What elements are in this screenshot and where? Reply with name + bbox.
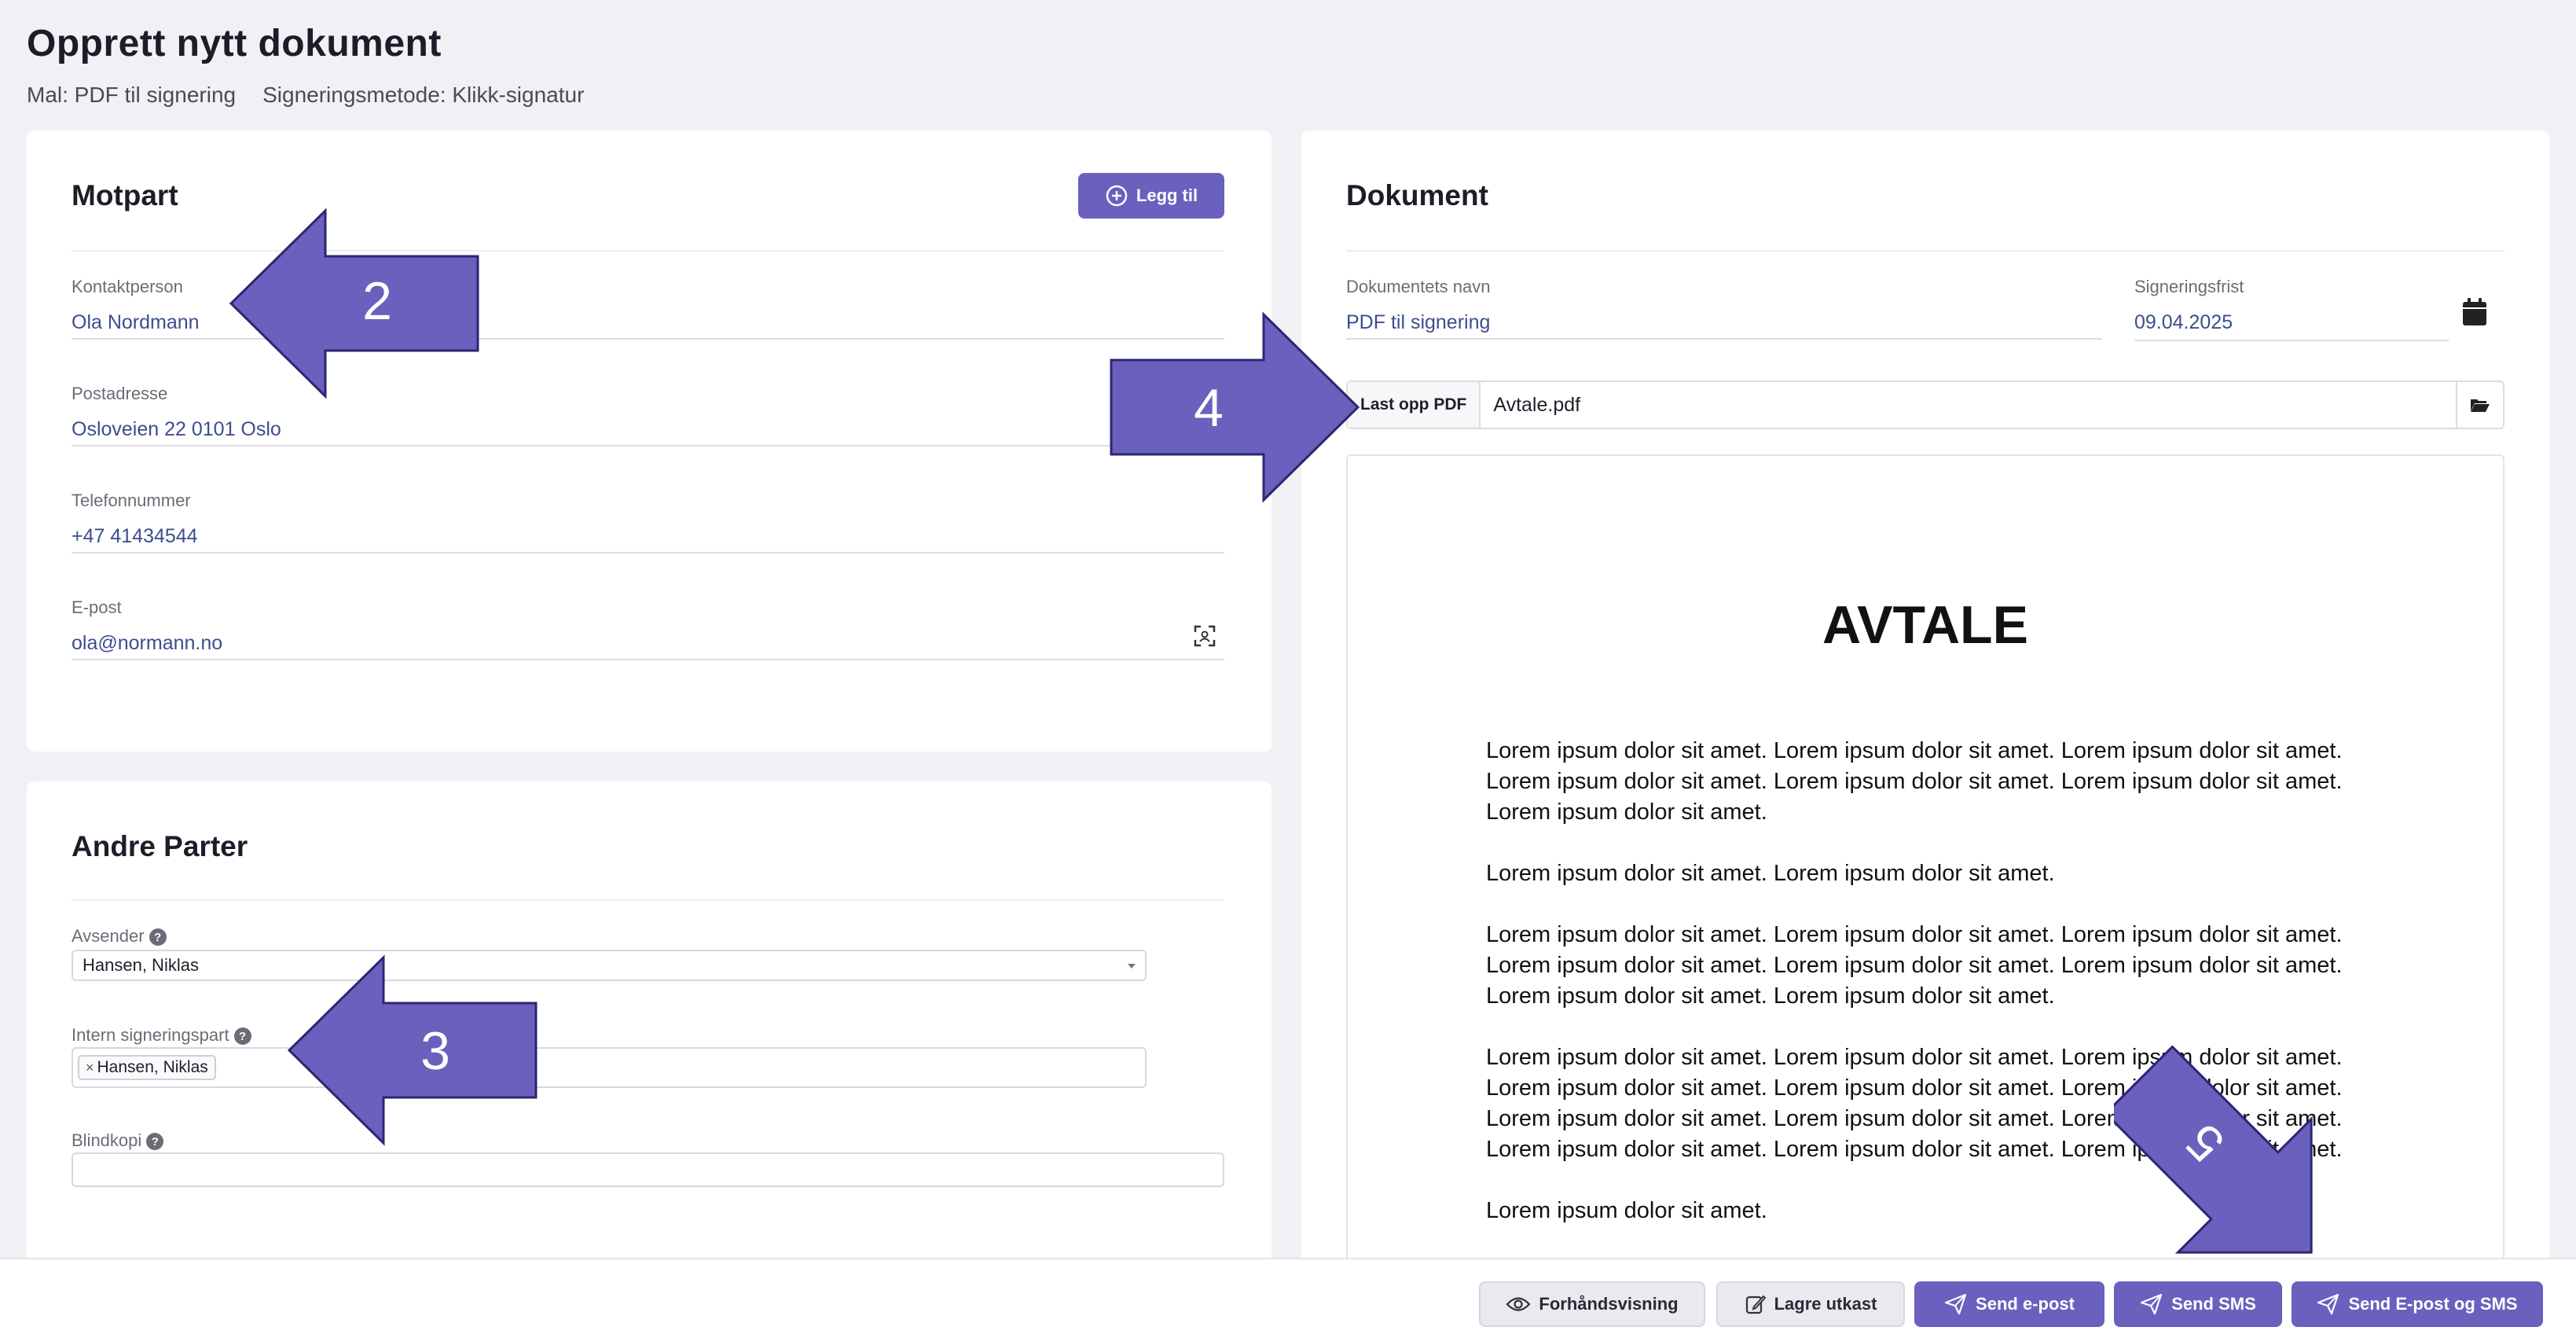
- email-field[interactable]: E-post ola@normann.no: [72, 597, 1224, 655]
- page-subtitle: Mal: PDF til signering Signeringsmetode:…: [27, 83, 584, 108]
- send-icon: [2317, 1293, 2339, 1315]
- internal-signer-tag[interactable]: × Hansen, Niklas: [78, 1055, 216, 1080]
- add-counterparty-label: Legg til: [1136, 186, 1198, 205]
- deadline-field[interactable]: Signeringsfrist 09.04.2025: [2134, 277, 2449, 334]
- help-icon[interactable]: ?: [146, 1133, 164, 1151]
- annotation-label-2: 2: [362, 271, 392, 331]
- internal-signer-tag-label: Hansen, Niklas: [97, 1058, 208, 1076]
- phone-underline: [72, 552, 1224, 553]
- send-email-label: Send e-post: [1976, 1294, 2075, 1314]
- pdf-title: AVTALE: [1822, 595, 2028, 655]
- document-name-value[interactable]: PDF til signering: [1346, 311, 2102, 334]
- pdf-paragraph: Lorem ipsum dolor sit amet. Lorem ipsum …: [1486, 861, 2055, 886]
- upload-pdf-row: Last opp PDF Avtale.pdf: [1346, 380, 2504, 429]
- document-name-underline: [1346, 338, 2102, 340]
- scan-icon[interactable]: [1193, 624, 1216, 648]
- sender-value: Hansen, Niklas: [83, 955, 199, 975]
- deadline-value[interactable]: 09.04.2025: [2134, 311, 2449, 334]
- page-title: Opprett nytt dokument: [27, 23, 442, 64]
- address-value[interactable]: Osloveien 22 0101 Oslo: [72, 418, 1224, 441]
- motpart-card: Motpart Legg til Kontaktperson Ola Nordm…: [27, 130, 1271, 752]
- save-draft-label: Lagre utkast: [1774, 1294, 1877, 1314]
- sender-label-row: Avsender?: [72, 926, 167, 947]
- send-icon: [2141, 1293, 2163, 1315]
- bcc-label: Blindkopi: [72, 1130, 142, 1150]
- annotation-arrow-5: 5: [2114, 1046, 2313, 1254]
- edit-icon: [1745, 1295, 1766, 1314]
- upload-pdf-button[interactable]: Last opp PDF: [1348, 382, 1481, 428]
- browse-file-button[interactable]: [2456, 382, 2503, 428]
- save-draft-button[interactable]: Lagre utkast: [1716, 1281, 1905, 1327]
- deadline-label: Signeringsfrist: [2134, 277, 2244, 296]
- bcc-input[interactable]: [72, 1152, 1224, 1187]
- document-title: Dokument: [1346, 179, 1488, 211]
- email-underline: [72, 659, 1224, 660]
- annotation-label-4: 4: [1194, 378, 1224, 438]
- internal-signer-select[interactable]: × Hansen, Niklas: [72, 1047, 1147, 1088]
- document-name-label: Dokumentets navn: [1346, 277, 1491, 296]
- annotation-arrow-2: 2: [229, 208, 479, 399]
- send-email-sms-label: Send E-post og SMS: [2348, 1294, 2518, 1314]
- internal-label: Intern signeringspart: [72, 1025, 229, 1045]
- other-parties-card: Andre Parter Avsender? Hansen, Niklas In…: [27, 781, 1271, 1269]
- annotation-label-3: 3: [420, 1021, 450, 1081]
- other-parties-title: Andre Parter: [72, 830, 248, 862]
- folder-open-icon: [2471, 399, 2490, 412]
- send-email-button[interactable]: Send e-post: [1914, 1281, 2104, 1327]
- sender-select[interactable]: Hansen, Niklas: [72, 950, 1147, 981]
- document-name-field[interactable]: Dokumentets navn PDF til signering: [1346, 277, 2102, 334]
- caret-down-icon: [1128, 964, 1136, 969]
- signing-method-label: Signeringsmetode: Klikk-signatur: [262, 83, 585, 107]
- pdf-paragraph: Lorem ipsum dolor sit amet. Lorem ipsum …: [1486, 922, 2343, 1009]
- internal-label-row: Intern signeringspart?: [72, 1025, 251, 1046]
- email-label: E-post: [72, 597, 122, 617]
- bcc-label-row: Blindkopi?: [72, 1130, 164, 1151]
- sender-label: Avsender: [72, 926, 145, 946]
- help-icon[interactable]: ?: [233, 1027, 251, 1046]
- plus-circle-icon: [1106, 185, 1128, 207]
- annotation-arrow-4: 4: [1110, 311, 1360, 503]
- phone-field[interactable]: Telefonnummer +47 41434544: [72, 491, 1224, 548]
- help-icon[interactable]: ?: [149, 928, 167, 947]
- document-divider: [1346, 250, 2504, 252]
- deadline-underline: [2134, 340, 2449, 341]
- send-icon: [1944, 1293, 1967, 1315]
- motpart-title: Motpart: [72, 179, 178, 211]
- remove-tag-icon[interactable]: ×: [86, 1060, 94, 1076]
- file-name-input[interactable]: Avtale.pdf: [1481, 394, 2456, 417]
- pdf-paragraph: Lorem ipsum dolor sit amet. Lorem ipsum …: [1486, 738, 2343, 825]
- calendar-icon[interactable]: [2461, 297, 2488, 327]
- phone-label: Telefonnummer: [72, 491, 191, 510]
- add-counterparty-button[interactable]: Legg til: [1078, 173, 1224, 219]
- annotation-arrow-3: 3: [287, 954, 538, 1146]
- template-label: Mal: PDF til signering: [27, 83, 237, 107]
- send-sms-label: Send SMS: [2171, 1294, 2256, 1314]
- email-value[interactable]: ola@normann.no: [72, 632, 1224, 655]
- preview-button[interactable]: Forhåndsvisning: [1479, 1281, 1705, 1327]
- page-header: Opprett nytt dokument Mal: PDF til signe…: [27, 22, 584, 108]
- eye-icon: [1506, 1297, 1531, 1311]
- address-underline: [72, 445, 1224, 447]
- phone-value[interactable]: +47 41434544: [72, 525, 1224, 548]
- preview-label: Forhåndsvisning: [1539, 1294, 1679, 1314]
- other-parties-divider: [72, 899, 1224, 901]
- document-card: Dokument Dokumentets navn PDF til signer…: [1301, 130, 2549, 1272]
